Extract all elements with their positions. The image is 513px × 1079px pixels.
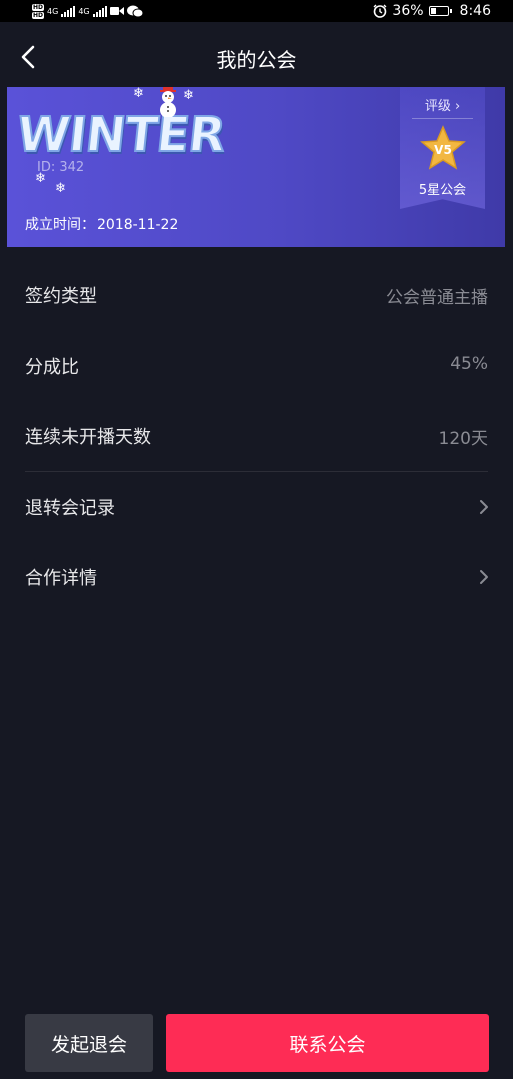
wechat-icon — [126, 5, 143, 17]
founded-label: 成立时间： — [25, 217, 95, 233]
row-label: 分成比 — [25, 357, 79, 378]
row-label: 连续未开播天数 — [25, 427, 151, 448]
row-revenue-share: 分成比 45% — [0, 331, 513, 401]
row-label: 退转会记录 — [25, 498, 115, 519]
rating-divider — [412, 118, 473, 119]
alarm-icon — [373, 4, 387, 18]
snowman-icon — [160, 87, 176, 117]
founded-date: 成立时间： 2018-11-22 — [25, 214, 178, 234]
status-bar: HD HD 4G 4G 36% 8:46 — [0, 0, 513, 22]
row-sign-type: 签约类型 公会普通主播 — [0, 260, 513, 330]
leave-guild-button[interactable]: 发起退会 — [25, 1014, 153, 1072]
guild-name: WINTER — [13, 106, 228, 164]
contact-guild-button[interactable]: 联系公会 — [166, 1014, 489, 1072]
video-call-icon — [109, 7, 124, 15]
row-transfer-records[interactable]: 退转会记录 — [0, 472, 513, 542]
row-value: 公会普通主播 — [386, 288, 488, 308]
founded-value: 2018-11-22 — [97, 217, 179, 233]
row-label: 签约类型 — [25, 286, 97, 307]
page-title: 我的公会 — [216, 48, 297, 72]
signal-icon — [92, 5, 107, 17]
rating-card[interactable]: 评级 › V5 5星公会 — [400, 87, 485, 209]
snowflake-icon: ❄ — [183, 88, 194, 103]
guild-banner: WINTER ❄ ❄ ❄ ❄ ID: 342 成立时间： 2018-11-22 评… — [7, 87, 505, 247]
signal-icon — [61, 5, 76, 17]
nav-bar: 我的公会 — [0, 28, 513, 86]
star-badge-icon: V5 — [420, 125, 466, 170]
rating-text: 5星公会 — [418, 183, 467, 198]
guild-screen: HD HD 4G 4G 36% 8:46 我的公会 WINTER ❄ ❄ ❄ ❄… — [0, 0, 513, 1079]
snowflake-icon: ❄ — [133, 87, 144, 101]
status-left: HD HD 4G 4G — [32, 0, 143, 22]
snowflake-icon: ❄ — [55, 181, 66, 196]
chevron-right-icon — [480, 570, 488, 584]
status-right: 36% 8:46 — [373, 0, 491, 22]
row-value: 45% — [450, 354, 488, 374]
clock: 8:46 — [459, 3, 491, 19]
row-value: 120天 — [438, 429, 488, 449]
network-type-1: 4G — [47, 6, 59, 16]
star-level: V5 — [434, 143, 452, 157]
chevron-right-icon — [480, 500, 488, 514]
hd-label-1: HD — [32, 3, 45, 11]
hd-label-2: HD — [32, 11, 45, 19]
guild-id: ID: 342 — [37, 160, 85, 175]
row-cooperation-details[interactable]: 合作详情 — [0, 542, 513, 612]
battery-icon — [428, 6, 452, 16]
battery-fill — [430, 8, 436, 14]
row-inactive-days: 连续未开播天数 120天 — [0, 401, 513, 471]
network-type-2: 4G — [78, 6, 90, 16]
battery-percent: 36% — [392, 3, 424, 19]
hd-indicators: HD HD — [32, 3, 45, 19]
rating-link[interactable]: 评级 › — [400, 95, 485, 114]
row-label: 合作详情 — [25, 568, 97, 589]
